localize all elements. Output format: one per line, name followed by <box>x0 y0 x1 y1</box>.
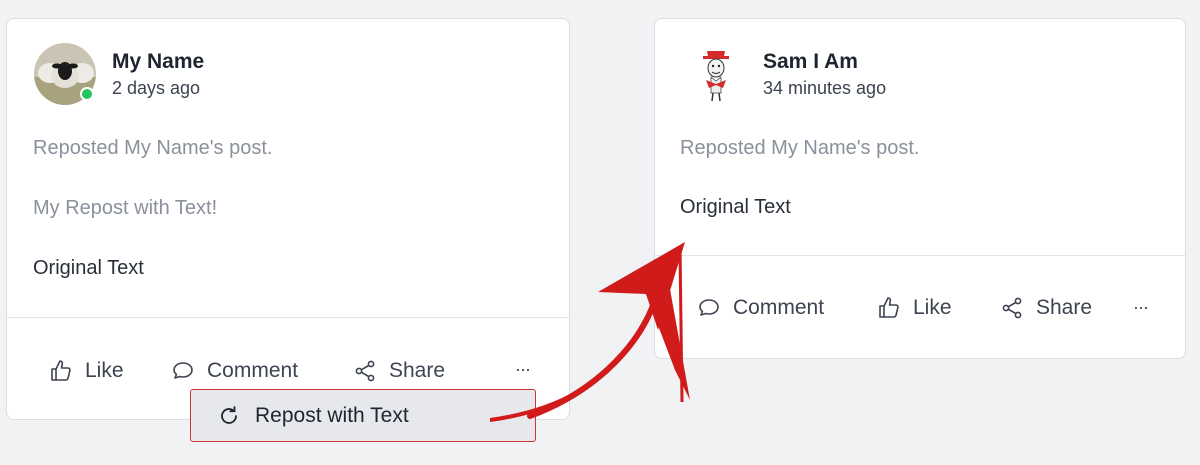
share-label: Share <box>389 359 446 382</box>
post-card-sam-i-am: Sam I Am 34 minutes ago Reposted My Name… <box>654 18 1186 359</box>
share-icon <box>1002 297 1022 319</box>
like-button[interactable]: Like <box>49 359 124 383</box>
comment-label: Comment <box>207 359 299 382</box>
author-name[interactable]: Sam I Am <box>763 48 886 76</box>
more-options-button[interactable]: ··· <box>515 359 531 380</box>
repost-with-text-menu-item[interactable]: Repost with Text <box>190 389 536 442</box>
comment-button[interactable]: Comment <box>697 296 824 320</box>
post-timestamp[interactable]: 2 days ago <box>112 76 204 100</box>
share-button[interactable]: Share <box>1000 296 1092 320</box>
more-options-button[interactable]: ··· <box>1133 297 1149 318</box>
share-label: Share <box>1036 296 1093 319</box>
original-text: Original Text <box>680 196 791 218</box>
like-label: Like <box>913 296 952 319</box>
online-status-indicator <box>80 87 94 101</box>
repost-note: Reposted My Name's post. <box>33 137 273 159</box>
refresh-icon <box>221 405 237 424</box>
comment-label: Comment <box>733 296 825 319</box>
post-author: My Name 2 days ago <box>34 43 204 105</box>
comment-bubble-icon <box>173 362 193 379</box>
divider <box>655 255 1185 256</box>
repost-text: My Repost with Text! <box>33 197 218 219</box>
share-icon <box>355 360 375 382</box>
post-card-my-repost: My Name 2 days ago Reposted My Name's po… <box>6 18 570 420</box>
like-label: Like <box>85 359 124 382</box>
divider <box>7 317 569 318</box>
comment-bubble-icon <box>699 299 719 316</box>
share-button[interactable]: Share <box>353 359 445 383</box>
avatar[interactable] <box>685 43 747 105</box>
comment-button[interactable]: Comment <box>171 359 298 383</box>
post-timestamp[interactable]: 34 minutes ago <box>763 76 886 100</box>
avatar[interactable] <box>34 43 96 105</box>
repost-note: Reposted My Name's post. <box>680 137 920 159</box>
thumbs-up-icon <box>51 360 71 381</box>
cat-in-hat-avatar-icon <box>685 43 747 105</box>
post-author: Sam I Am 34 minutes ago <box>685 43 886 105</box>
original-text: Original Text <box>33 257 144 279</box>
author-name[interactable]: My Name <box>112 48 204 76</box>
like-button[interactable]: Like <box>877 296 952 320</box>
repost-with-text-label: Repost with Text <box>255 403 409 427</box>
thumbs-up-icon <box>879 297 899 318</box>
